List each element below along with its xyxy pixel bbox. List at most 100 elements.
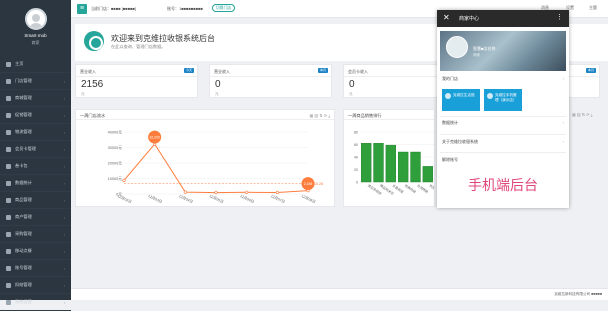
chevron-left-icon: ‹ bbox=[63, 130, 65, 135]
card-icon bbox=[6, 146, 11, 152]
data-point bbox=[122, 178, 126, 182]
sidebar-item-label: 账号管理 bbox=[15, 265, 32, 270]
money-icon bbox=[6, 282, 11, 288]
chevron-left-icon: ‹ bbox=[63, 79, 65, 84]
divider bbox=[440, 134, 566, 135]
divider bbox=[210, 76, 331, 77]
store-tile-2[interactable]: 克维拉手机管理（演示店） bbox=[484, 89, 522, 111]
theme-link[interactable]: 主题 bbox=[589, 5, 597, 11]
sidebar-item-label: 数据统计 bbox=[15, 180, 32, 185]
marker-label: 2,156 bbox=[304, 182, 313, 186]
y-tick-label: 0 bbox=[356, 181, 358, 185]
sidebar-item-card-pack[interactable]: 叁卡包 ‹ bbox=[0, 158, 71, 175]
sidebar-item-label: 会员卡管理 bbox=[15, 146, 36, 151]
x-tick-label: 12月06日 bbox=[239, 193, 255, 204]
data-point bbox=[245, 190, 249, 194]
user-role: 商家 bbox=[31, 40, 40, 45]
stat-card-revenue-today: 营业收入 今天 2156 元 bbox=[75, 64, 198, 98]
y-tick-label: 20000元 bbox=[108, 162, 123, 166]
chevron-left-icon: ‹ bbox=[63, 113, 65, 118]
chevron-right-icon: › bbox=[562, 76, 564, 81]
marker-label: 32,200 bbox=[149, 135, 159, 139]
watermark-text: 手机端后台 bbox=[468, 178, 538, 194]
globe-icon bbox=[84, 31, 104, 51]
chevron-left-icon: ‹ bbox=[63, 300, 65, 305]
bar-chart: 020406080清花手抓饼精品鸡米花五香卤蛋 经典鸡排 台湾烤肠 热狗 bbox=[354, 131, 434, 196]
sidebar-item-home[interactable]: 主页 bbox=[0, 56, 71, 73]
data-stats-link[interactable]: 数据统计 bbox=[442, 120, 458, 126]
y-tick-label: 20 bbox=[354, 168, 358, 172]
sidebar-item-merchant[interactable]: 商户管理 ‹ bbox=[0, 209, 71, 226]
x-tick-label: 热狗 bbox=[428, 183, 434, 191]
sidebar-item-stores[interactable]: 门店管理 ‹ bbox=[0, 73, 71, 90]
user-icon bbox=[6, 265, 11, 271]
store-tile-1[interactable]: 克维拉生活馆 bbox=[442, 89, 480, 111]
bar bbox=[373, 143, 384, 183]
card-value: 0 bbox=[349, 79, 355, 90]
y-tick-label: 40000元 bbox=[108, 131, 123, 135]
sidebar-item-goods[interactable]: 商品管理 ‹ bbox=[0, 192, 71, 209]
cart-icon bbox=[6, 231, 11, 237]
box-icon bbox=[6, 197, 11, 203]
banner-store-name: 智慧■店名称 bbox=[473, 46, 496, 51]
x-tick-label: 12月04日 bbox=[178, 193, 194, 204]
about-link[interactable]: 关于克维拉收银系统 bbox=[442, 139, 478, 145]
sidebar-item-label: 商户管理 bbox=[15, 214, 32, 219]
close-icon[interactable]: ✕ bbox=[443, 13, 450, 22]
card-unit: 元 bbox=[81, 92, 85, 96]
divider bbox=[440, 116, 566, 117]
bar bbox=[410, 151, 421, 183]
x-tick-label: 12月08日 bbox=[301, 193, 317, 204]
chart-toolbox-icons-right[interactable]: ▦ ▥ ⇅ ⟳ ⤓ bbox=[572, 112, 604, 117]
sidebar-item-mall[interactable]: 商城管理 ‹ bbox=[0, 90, 71, 107]
profile-banner: 智慧■店名称 商家 bbox=[440, 31, 566, 71]
gear-icon bbox=[6, 299, 11, 305]
sidebar-item-logistics[interactable]: 物流管理 ‹ bbox=[0, 124, 71, 141]
user-avatar[interactable] bbox=[25, 8, 47, 30]
sidebar-item-account[interactable]: 账号管理 ‹ bbox=[0, 260, 71, 277]
data-point bbox=[214, 191, 218, 195]
menu-toggle-icon[interactable]: ≡ bbox=[77, 4, 87, 14]
truck-icon bbox=[6, 129, 11, 135]
unbind-account-link[interactable]: 解除账号 bbox=[442, 157, 458, 163]
home-icon bbox=[6, 61, 11, 67]
chart-toolbox-icons[interactable]: ▦ ▥ ⇅ ⟳ ⤓ bbox=[310, 113, 330, 118]
sidebar-item-settlement[interactable]: 扣结管理 ‹ bbox=[0, 277, 71, 294]
more-menu-icon[interactable]: ⋮ bbox=[556, 13, 563, 21]
chevron-left-icon: ‹ bbox=[63, 147, 65, 152]
x-tick-label: 12月03日 bbox=[147, 193, 163, 204]
banner-tag: 商家 bbox=[473, 53, 480, 57]
y-tick-label: 80 bbox=[354, 131, 358, 135]
my-stores-heading: 我的门店 bbox=[442, 76, 458, 81]
card-unit: 元 bbox=[349, 92, 353, 96]
sidebar-item-promo[interactable]: 促销管理 ‹ bbox=[0, 107, 71, 124]
sidebar-item-member-card[interactable]: 会员卡管理 ‹ bbox=[0, 141, 71, 158]
y-tick-label: 10000元 bbox=[108, 177, 123, 181]
mall-icon bbox=[6, 95, 11, 101]
sidebar: Smart·mob 商家 主页 门店管理 ‹ 商城管理 ‹ 促销管理 ‹ 物流管理 ‹ … bbox=[0, 0, 71, 311]
bar bbox=[398, 151, 409, 183]
chart-icon bbox=[6, 180, 11, 186]
sidebar-item-settings[interactable]: 系统设置 ‹ bbox=[0, 294, 71, 311]
chevron-left-icon: ‹ bbox=[63, 96, 65, 101]
chevron-left-icon: ‹ bbox=[63, 266, 65, 271]
switch-store-button[interactable]: 切换门店 bbox=[212, 4, 236, 12]
store-icon bbox=[445, 93, 451, 99]
data-point bbox=[183, 190, 187, 194]
chevron-left-icon: ‹ bbox=[63, 215, 65, 220]
sidebar-item-mobile-order[interactable]: 移动点餐 ‹ bbox=[0, 243, 71, 260]
phone-icon bbox=[6, 248, 11, 254]
chevron-right-icon: › bbox=[562, 120, 564, 125]
card-value: 2156 bbox=[81, 79, 104, 90]
sidebar-item-purchase[interactable]: 采购管理 ‹ bbox=[0, 226, 71, 243]
chevron-left-icon: ‹ bbox=[63, 164, 65, 169]
sidebar-item-stats[interactable]: 数据统计 ‹ bbox=[0, 175, 71, 192]
mobile-title: 商家中心 bbox=[459, 16, 480, 22]
x-tick-label: 经典鸡排 bbox=[404, 183, 418, 195]
weekly-flow-panel: 一周门店流水 ▦ ▥ ⇅ ⟳ ⤓ 0元 10000元 20000元 30000元 400… bbox=[75, 109, 335, 207]
line-chart: 0元10000元20000元30000元40000元12月02日 12月03日 12… bbox=[108, 131, 323, 205]
period-badge: 本月 bbox=[586, 68, 596, 73]
mobile-header: ✕ 商家中心 ⋮ bbox=[437, 10, 569, 27]
stat-card-revenue-month: 营业收入 本月 0 元 bbox=[209, 64, 332, 98]
sidebar-item-label: 采购管理 bbox=[15, 231, 32, 236]
